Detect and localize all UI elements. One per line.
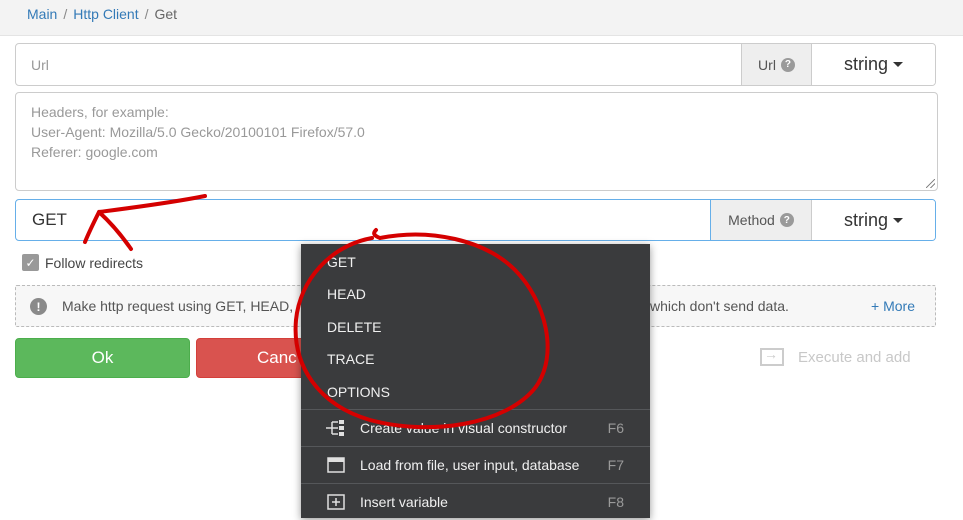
breadcrumb-separator: / [144,6,149,22]
breadcrumb: Main / Http Client / Get [27,6,177,22]
menu-item-label: DELETE [327,319,382,335]
headers-placeholder-line: Headers, for example: [31,104,169,120]
execute-add-icon [760,346,784,366]
url-type-label: string [843,54,888,74]
follow-redirects-row[interactable]: ✓ Follow redirects [22,254,143,271]
follow-redirects-checkbox[interactable]: ✓ [22,254,39,271]
resize-grip-icon[interactable] [926,179,935,188]
more-link[interactable]: + More [871,298,915,314]
insert-variable-icon [325,493,347,511]
menu-item-label: Load from file, user input, database [360,456,580,473]
menu-item-shortcut: F6 [607,419,624,436]
method-addon-label: Method [728,212,775,228]
menu-item-label: GET [327,254,356,270]
execute-and-add-button[interactable]: Execute and add [760,346,911,366]
breadcrumb-current: Get [154,6,178,22]
breadcrumb-separator: / [63,6,68,22]
info-text: Make http request using GET, HEAD, [62,298,294,314]
load-window-icon [325,456,347,474]
headers-placeholder-line: User-Agent: Mozilla/5.0 Gecko/20100101 F… [31,124,365,140]
ok-button[interactable]: Ok [15,338,190,378]
menu-item-shortcut: F8 [607,493,624,510]
method-type-label: string [843,209,888,230]
method-addon: Method ? [711,200,811,240]
menu-item-options[interactable]: OPTIONS [301,376,650,408]
url-addon-label: Url [758,56,776,73]
menu-item-visual-constructor[interactable]: Create value in visual constructor F6 [301,409,650,446]
menu-item-load-from-file[interactable]: Load from file, user input, database F7 [301,446,650,483]
help-icon[interactable]: ? [780,57,795,72]
execute-and-add-label: Execute and add [798,348,911,366]
menu-item-delete[interactable]: DELETE [301,311,650,343]
url-input-group: Url ? string [15,43,936,86]
menu-item-insert-variable[interactable]: Insert variable F8 [301,483,650,520]
caret-down-icon [893,217,903,223]
method-type-dropdown[interactable]: string [811,200,935,240]
url-type-dropdown[interactable]: string [811,44,935,85]
menu-item-get[interactable]: GET [301,246,650,278]
menu-item-label: TRACE [327,351,375,367]
url-input[interactable] [16,44,741,85]
menu-item-shortcut: F7 [607,456,624,473]
method-context-menu: GET HEAD DELETE TRACE OPTIONS Create val… [301,244,650,518]
help-icon[interactable]: ? [779,213,794,227]
tree-icon [325,419,347,437]
caret-down-icon [893,62,903,67]
menu-item-label: OPTIONS [327,384,391,400]
method-value: GET [32,210,67,229]
headers-textarea[interactable]: Headers, for example: User-Agent: Mozill… [15,92,938,191]
menu-item-label: Create value in visual constructor [360,419,567,436]
breadcrumb-main[interactable]: Main [27,6,57,22]
method-input[interactable]: GET [16,200,711,240]
method-input-group: GET Method ? string [15,199,936,241]
menu-item-trace[interactable]: TRACE [301,343,650,375]
menu-item-head[interactable]: HEAD [301,278,650,310]
menu-item-label: HEAD [327,286,366,302]
info-text: which don't send data. [650,298,789,314]
headers-placeholder-line: Referer: google.com [31,144,158,160]
url-addon: Url ? [741,44,811,85]
exclamation-icon: ! [30,298,47,315]
cancel-button[interactable]: Canc [196,338,306,378]
follow-redirects-label[interactable]: Follow redirects [45,255,143,271]
menu-item-label: Insert variable [360,493,448,510]
breadcrumb-bar: Main / Http Client / Get [0,0,963,36]
breadcrumb-http-client[interactable]: Http Client [73,6,138,22]
